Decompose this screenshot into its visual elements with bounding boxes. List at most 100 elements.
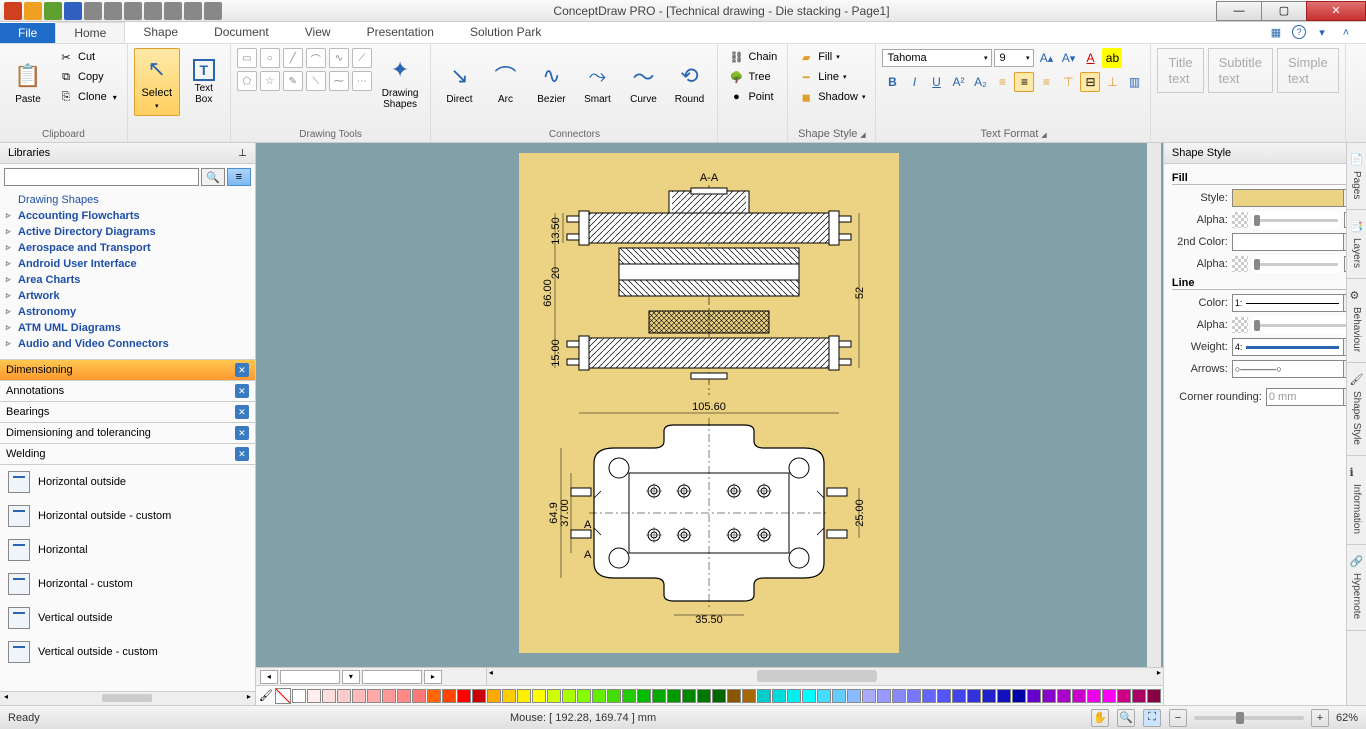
color-swatch[interactable] — [832, 689, 846, 703]
color-swatch[interactable] — [697, 689, 711, 703]
italic-button[interactable]: I — [904, 72, 924, 92]
tool-polyline[interactable]: ⟋ — [352, 48, 372, 68]
app-icon[interactable] — [84, 2, 102, 20]
line-color-select[interactable]: 1:▼ — [1232, 294, 1358, 312]
color-swatch[interactable] — [577, 689, 591, 703]
page-last-button[interactable]: ▸ — [424, 670, 442, 684]
shrink-font-button[interactable]: A▾ — [1058, 48, 1078, 68]
side-tab-behaviour[interactable]: ⚙Behaviour — [1347, 279, 1366, 363]
point-button[interactable]: ●Point — [724, 88, 781, 106]
library-tree[interactable]: Drawing ShapesAccounting FlowchartsActiv… — [0, 190, 255, 360]
color-swatch[interactable] — [1042, 689, 1056, 703]
app-icon[interactable] — [24, 2, 42, 20]
library-search-input[interactable] — [4, 168, 199, 186]
zoom-button[interactable]: 🔍 — [1117, 709, 1135, 727]
color-swatch[interactable] — [502, 689, 516, 703]
view-mode-button[interactable]: ≡ — [227, 168, 251, 186]
color-swatch[interactable] — [727, 689, 741, 703]
color-swatch[interactable] — [472, 689, 486, 703]
palette-picker-icon[interactable]: 🖌 — [258, 688, 274, 704]
color-swatch[interactable] — [487, 689, 501, 703]
close-stencil-icon[interactable]: ✕ — [235, 363, 249, 377]
lib-category[interactable]: Area Charts — [0, 272, 255, 288]
shadow-button[interactable]: ◼Shadow ▾ — [794, 88, 869, 106]
connector-curve-button[interactable]: 〜Curve — [621, 48, 665, 116]
lib-category[interactable]: ATM UML Diagrams — [0, 320, 255, 336]
align-center-button[interactable]: ≡ — [1014, 72, 1034, 92]
color-swatch[interactable] — [382, 689, 396, 703]
color-swatch[interactable] — [352, 689, 366, 703]
app-icon[interactable] — [164, 2, 182, 20]
color-swatch[interactable] — [1012, 689, 1026, 703]
grow-font-button[interactable]: A▴ — [1036, 48, 1056, 68]
chain-button[interactable]: ⛓Chain — [724, 48, 781, 66]
lib-category[interactable]: Drawing Shapes — [0, 192, 255, 208]
stencil-tab[interactable]: Welding✕ — [0, 444, 255, 465]
align-middle-button[interactable]: ⊟ — [1080, 72, 1100, 92]
lib-category[interactable]: Audio and Video Connectors — [0, 336, 255, 352]
app-icon[interactable] — [4, 2, 22, 20]
color-swatch[interactable] — [1117, 689, 1131, 703]
color-swatch[interactable] — [1132, 689, 1146, 703]
line-button[interactable]: ━Line ▾ — [794, 68, 869, 86]
stencil-shape[interactable]: Horizontal outside — [0, 465, 255, 499]
close-stencil-icon[interactable]: ✕ — [235, 447, 249, 461]
line-weight-select[interactable]: 4:▼ — [1232, 338, 1358, 356]
color-swatch[interactable] — [982, 689, 996, 703]
lib-category[interactable]: Astronomy — [0, 304, 255, 320]
color-swatch[interactable] — [937, 689, 951, 703]
side-tab-hypernote[interactable]: 🔗Hypernote — [1347, 545, 1366, 630]
side-tab-information[interactable]: ℹInformation — [1347, 456, 1366, 545]
color-swatch[interactable] — [757, 689, 771, 703]
textbox-button[interactable]: T Text Box — [184, 48, 224, 116]
stencil-tab[interactable]: Dimensioning✕ — [0, 360, 255, 381]
color-swatch[interactable] — [1072, 689, 1086, 703]
close-stencil-icon[interactable]: ✕ — [235, 384, 249, 398]
select-button[interactable]: ↖ Select▾ — [134, 48, 180, 116]
no-color-swatch[interactable] — [275, 688, 291, 704]
second-alpha-slider[interactable] — [1252, 255, 1340, 273]
stencil-tab[interactable]: Bearings✕ — [0, 402, 255, 423]
tool-star[interactable]: ☆ — [260, 71, 280, 91]
collapse-ribbon-icon[interactable]: ˄ — [1338, 25, 1354, 41]
color-swatch[interactable] — [1027, 689, 1041, 703]
app-icon[interactable] — [64, 2, 82, 20]
zoom-in-button[interactable]: + — [1311, 709, 1329, 727]
app-icon[interactable] — [144, 2, 162, 20]
side-tab-layers[interactable]: 📑Layers — [1347, 210, 1366, 279]
color-swatch[interactable] — [457, 689, 471, 703]
app-icon[interactable] — [104, 2, 122, 20]
text-style-preset[interactable]: Simpletext — [1277, 48, 1339, 93]
pin-icon[interactable]: ⊥ — [238, 148, 247, 159]
color-swatch[interactable] — [787, 689, 801, 703]
color-swatch[interactable] — [307, 689, 321, 703]
tool-ellipse[interactable]: ○ — [260, 48, 280, 68]
menu-tab-home[interactable]: Home — [55, 22, 125, 43]
color-swatch[interactable] — [997, 689, 1011, 703]
color-swatch[interactable] — [877, 689, 891, 703]
color-swatch[interactable] — [427, 689, 441, 703]
drawing-page[interactable]: A-A — [519, 153, 899, 653]
pan-button[interactable]: ✋ — [1091, 709, 1109, 727]
lib-category[interactable]: Artwork — [0, 288, 255, 304]
color-swatch[interactable] — [652, 689, 666, 703]
font-size-select[interactable]: 9▾ — [994, 49, 1034, 67]
connector-direct-button[interactable]: ↘Direct — [437, 48, 481, 116]
color-swatch[interactable] — [952, 689, 966, 703]
color-swatch[interactable] — [862, 689, 876, 703]
connector-round-button[interactable]: ⟲Round — [667, 48, 711, 116]
clone-button[interactable]: ⎘Clone▾ — [54, 88, 121, 106]
zoom-out-button[interactable]: − — [1169, 709, 1187, 727]
menu-tab-view[interactable]: View — [287, 22, 349, 43]
stencil-tab[interactable]: Dimensioning and tolerancing✕ — [0, 423, 255, 444]
color-swatch[interactable] — [532, 689, 546, 703]
color-swatch[interactable] — [592, 689, 606, 703]
align-right-button[interactable]: ≡ — [1036, 72, 1056, 92]
stencil-shape[interactable]: Vertical outside - custom — [0, 635, 255, 669]
stencil-shape[interactable]: Horizontal — [0, 533, 255, 567]
color-swatch[interactable] — [892, 689, 906, 703]
color-swatch[interactable] — [622, 689, 636, 703]
tool-rect[interactable]: ▭ — [237, 48, 257, 68]
superscript-button[interactable]: A² — [948, 72, 968, 92]
tree-button[interactable]: 🌳Tree — [724, 68, 781, 86]
